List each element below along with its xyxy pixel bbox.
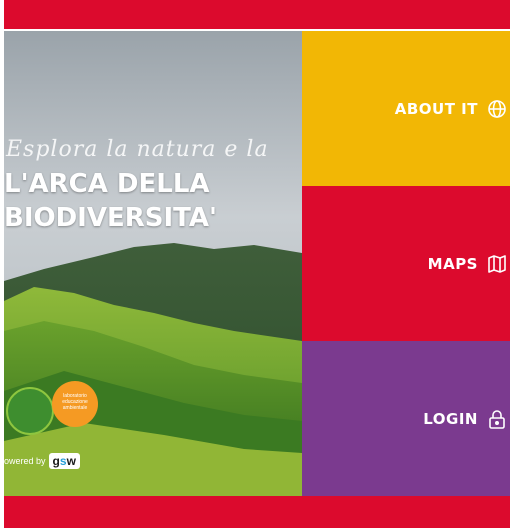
about-it-label: ABOUT IT bbox=[394, 99, 478, 118]
top-bar bbox=[4, 0, 510, 29]
lock-icon bbox=[486, 408, 508, 430]
globe-icon bbox=[486, 98, 508, 120]
login-label: LOGIN bbox=[423, 409, 478, 428]
hero-title: L'ARCA DELLA BIODIVERSITA' bbox=[4, 169, 217, 233]
partner-logo[interactable]: gsw bbox=[48, 453, 80, 469]
map-icon bbox=[486, 253, 508, 275]
hero-script-text: Esplora la natura e la bbox=[6, 137, 269, 162]
mountain-landscape bbox=[4, 31, 302, 496]
powered-by-text: owered by bbox=[4, 456, 46, 466]
login-button[interactable]: LOGIN bbox=[302, 341, 510, 496]
park-logo bbox=[6, 387, 54, 435]
education-lab-logo: laboratorio educazione ambientale bbox=[52, 381, 98, 427]
bottom-bar bbox=[4, 496, 510, 528]
maps-button[interactable]: MAPS bbox=[302, 186, 510, 341]
powered-by: owered by gsw bbox=[4, 453, 80, 469]
maps-label: MAPS bbox=[427, 254, 478, 273]
hero-image: Esplora la natura e la L'ARCA DELLA BIOD… bbox=[4, 31, 302, 496]
about-it-button[interactable]: ABOUT IT bbox=[302, 31, 510, 186]
